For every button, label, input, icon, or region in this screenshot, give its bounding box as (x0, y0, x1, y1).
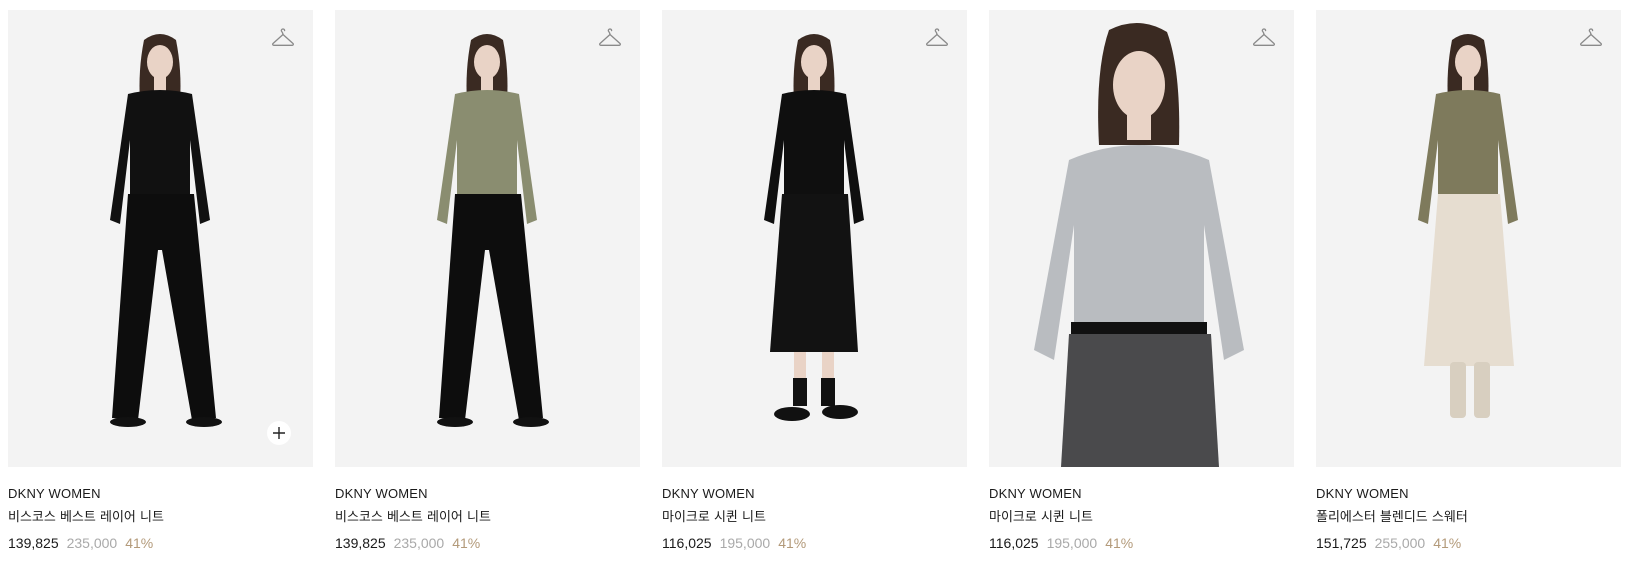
model-boot-left (1450, 362, 1466, 418)
price-row: 116,025 195,000 41% (989, 533, 1294, 553)
hanger-icon[interactable] (925, 28, 949, 50)
product-grid: DKNY WOMEN 비스코스 베스트 레이어 니트 139,825 235,00… (8, 10, 1621, 553)
sale-price: 139,825 (8, 535, 59, 551)
original-price: 195,000 (1046, 535, 1098, 551)
product-name[interactable]: 비스코스 베스트 레이어 니트 (335, 509, 640, 527)
hanger-icon[interactable] (1252, 28, 1276, 50)
model-bottom (1424, 194, 1514, 366)
sale-price: 116,025 (989, 535, 1039, 551)
brand-name[interactable]: DKNY WOMEN (335, 485, 640, 503)
product-card-4[interactable]: DKNY WOMEN 마이크로 시퀸 니트 116,025 195,000 41% (989, 10, 1294, 553)
product-info[interactable]: DKNY WOMEN 비스코스 베스트 레이어 니트 139,825 235,00… (335, 467, 640, 553)
model-photo (1418, 34, 1518, 418)
model-shoe-right (513, 417, 549, 427)
model-photo (437, 34, 549, 427)
model-boot-right (1474, 362, 1490, 418)
model-face (1113, 51, 1165, 119)
model-neck (808, 76, 820, 92)
product-info[interactable]: DKNY WOMEN 마이크로 시퀸 니트 116,025 195,000 41% (662, 467, 967, 553)
model-shoe-left (437, 417, 473, 427)
hanger-icon[interactable] (598, 28, 622, 50)
sale-price: 139,825 (335, 535, 386, 551)
model-photo (110, 34, 222, 427)
brand-name[interactable]: DKNY WOMEN (662, 485, 967, 503)
hanger-icon[interactable] (271, 28, 295, 50)
discount-rate: 41% (1433, 535, 1462, 551)
price-row: 139,825 235,000 41% (335, 533, 640, 553)
product-info[interactable]: DKNY WOMEN 마이크로 시퀸 니트 116,025 195,000 41% (989, 467, 1294, 553)
price-row: 151,725 255,000 41% (1316, 533, 1621, 553)
product-card-2[interactable]: DKNY WOMEN 비스코스 베스트 레이어 니트 139,825 235,00… (335, 10, 640, 553)
brand-name[interactable]: DKNY WOMEN (8, 485, 313, 503)
model-shoe-left (110, 417, 146, 427)
brand-name[interactable]: DKNY WOMEN (989, 485, 1294, 503)
model-bottom (112, 194, 216, 420)
model-photo (764, 34, 864, 421)
discount-rate: 41% (125, 535, 154, 551)
model-face (801, 45, 827, 79)
product-image[interactable] (1316, 10, 1621, 467)
product-card-1[interactable]: DKNY WOMEN 비스코스 베스트 레이어 니트 139,825 235,00… (8, 10, 313, 553)
plus-icon (273, 427, 285, 439)
model-neck (1127, 110, 1151, 140)
model-face (147, 45, 173, 79)
product-image[interactable] (662, 10, 967, 467)
product-info[interactable]: DKNY WOMEN 비스코스 베스트 레이어 니트 139,825 235,00… (8, 467, 313, 553)
model-belt (1071, 322, 1207, 334)
product-card-3[interactable]: DKNY WOMEN 마이크로 시퀸 니트 116,025 195,000 41% (662, 10, 967, 553)
product-name[interactable]: 마이크로 시퀸 니트 (662, 509, 967, 527)
quick-add-button[interactable] (267, 421, 291, 445)
model-sock-right (821, 378, 835, 406)
original-price: 195,000 (719, 535, 771, 551)
product-image[interactable] (335, 10, 640, 467)
discount-rate: 41% (452, 535, 481, 551)
product-name[interactable]: 폴리에스터 블렌디드 스웨터 (1316, 509, 1621, 527)
price-row: 139,825 235,000 41% (8, 533, 313, 553)
model-shoe-right (822, 405, 858, 419)
sale-price: 151,725 (1316, 535, 1367, 551)
model-neck (481, 76, 493, 92)
discount-rate: 41% (1105, 535, 1134, 551)
product-name[interactable]: 비스코스 베스트 레이어 니트 (8, 509, 313, 527)
product-image[interactable] (8, 10, 313, 467)
model-bottom (1061, 334, 1219, 467)
model-shoe-left (774, 407, 810, 421)
discount-rate: 41% (778, 535, 807, 551)
hanger-icon[interactable] (1579, 28, 1603, 50)
model-face (474, 45, 500, 79)
model-bottom (439, 194, 543, 420)
sale-price: 116,025 (662, 535, 712, 551)
brand-name[interactable]: DKNY WOMEN (1316, 485, 1621, 503)
price-row: 116,025 195,000 41% (662, 533, 967, 553)
original-price: 235,000 (393, 535, 445, 551)
product-name[interactable]: 마이크로 시퀸 니트 (989, 509, 1294, 527)
product-image[interactable] (989, 10, 1294, 467)
product-info[interactable]: DKNY WOMEN 폴리에스터 블렌디드 스웨터 151,725 255,000… (1316, 467, 1621, 553)
model-sock-left (793, 378, 807, 406)
model-neck (154, 76, 166, 92)
model-face (1455, 45, 1481, 79)
model-bottom (770, 194, 858, 352)
original-price: 255,000 (1374, 535, 1426, 551)
product-card-5[interactable]: DKNY WOMEN 폴리에스터 블렌디드 스웨터 151,725 255,000… (1316, 10, 1621, 553)
model-neck (1462, 76, 1474, 92)
model-photo (1034, 22, 1244, 467)
model-shoe-right (186, 417, 222, 427)
original-price: 235,000 (66, 535, 118, 551)
